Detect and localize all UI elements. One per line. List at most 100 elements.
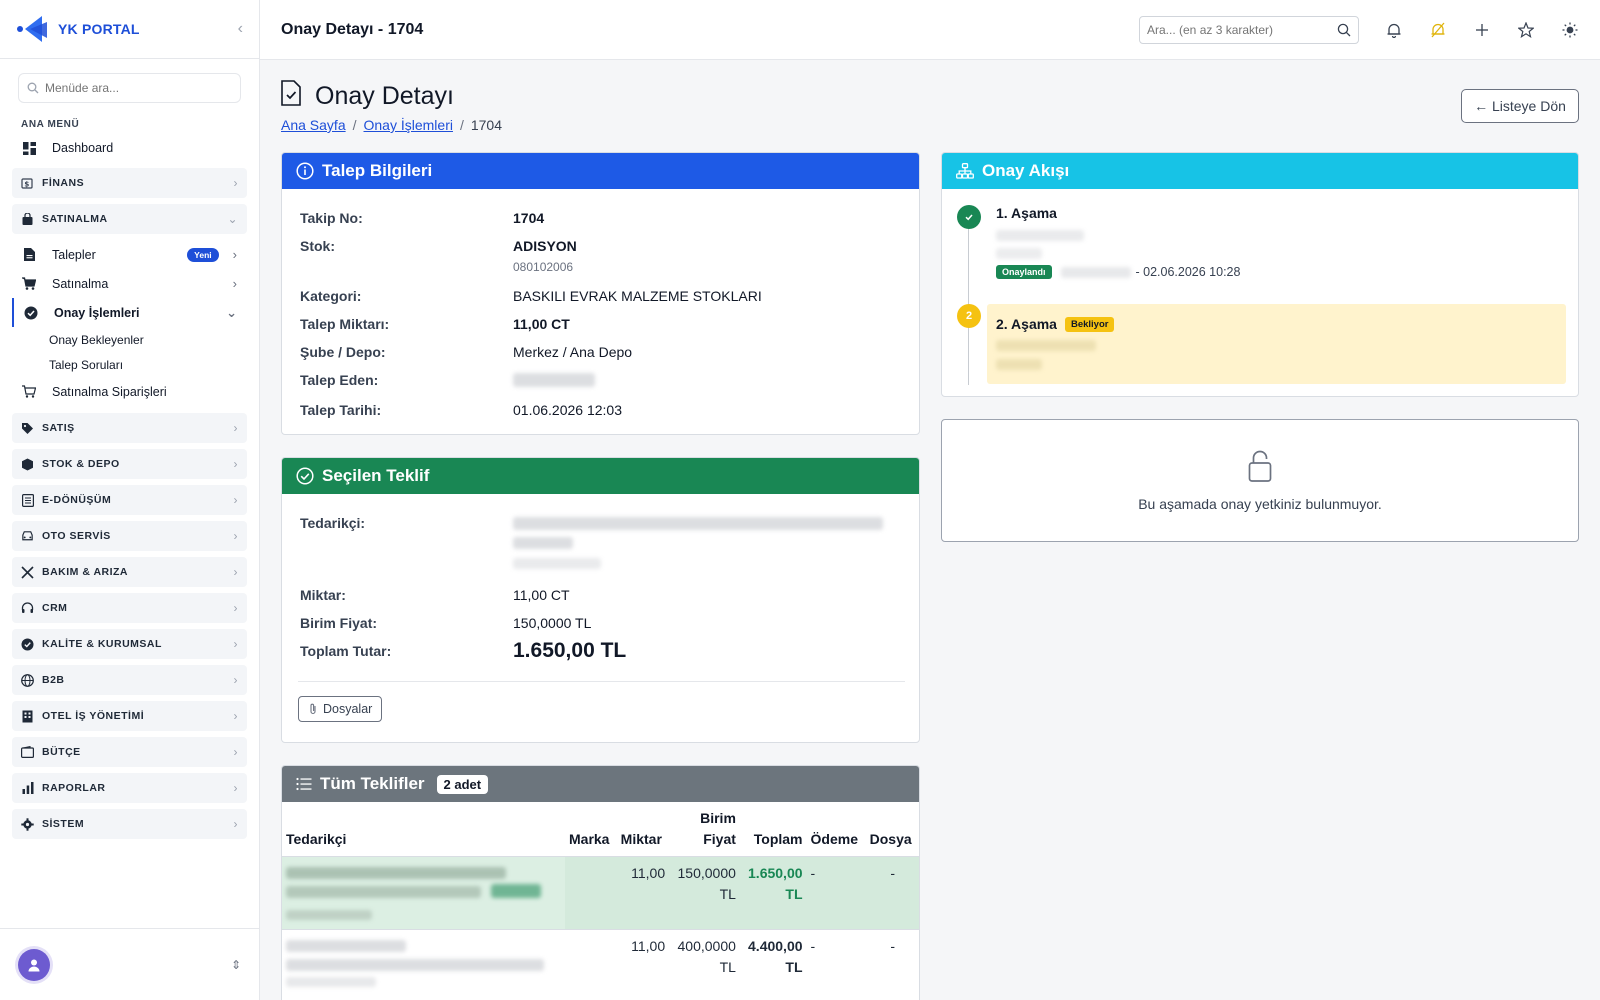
sidebar-group-satinalma[interactable]: SATINALMA ⌄ <box>12 204 247 234</box>
sidebar-collapse-icon[interactable]: ‹ <box>238 20 243 38</box>
sidebar-group-finans[interactable]: $ FİNANS › <box>12 168 247 198</box>
menu-search-input[interactable] <box>45 81 225 95</box>
sidebar-group-edonusum[interactable]: E-DÖNÜŞÜM › <box>12 485 247 515</box>
page-header: Onay Detayı Ana Sayfa / Onay İşlemleri / 170… <box>281 80 502 133</box>
global-search <box>1139 15 1359 44</box>
bell-off-icon[interactable] <box>1429 21 1447 39</box>
chevron-right-icon: › <box>233 709 238 723</box>
talep-miktari-value: 11,00 CT <box>513 316 570 332</box>
chevron-right-icon: › <box>233 457 238 471</box>
col-toplam[interactable]: Toplam <box>739 802 807 857</box>
redacted-line <box>513 517 883 530</box>
paperclip-icon <box>310 703 316 715</box>
redacted-line <box>996 340 1096 351</box>
breadcrumb-home[interactable]: Ana Sayfa <box>281 117 346 133</box>
group-label: BAKIM & ARIZA <box>42 566 129 578</box>
sidebar-group-b2b[interactable]: B2B › <box>12 665 247 695</box>
sidebar-group-oto[interactable]: OTO SERVİS › <box>12 521 247 551</box>
sidebar-item-satinalma-siparisleri[interactable]: Satınalma Siparişleri <box>0 377 259 406</box>
miktar-value: 11,00 CT <box>513 587 570 603</box>
chevron-down-icon: ⌄ <box>226 304 237 320</box>
headset-icon <box>21 601 34 615</box>
sidebar-group-satis[interactable]: SATIŞ › <box>12 413 247 443</box>
chevron-right-icon: › <box>232 247 237 262</box>
chevron-updown-icon[interactable]: ⇕ <box>231 958 241 972</box>
step-1-meta: Onaylandı - 02.06.2026 10:28 <box>996 265 1240 279</box>
step-1-dot <box>957 205 981 229</box>
offer-count-badge: 2 adet <box>436 774 489 794</box>
sidebar-group-stok[interactable]: STOK & DEPO › <box>12 449 247 479</box>
sidebar-group-kalite[interactable]: KALİTE & KURUMSAL › <box>12 629 247 659</box>
files-button[interactable]: Dosyalar <box>298 696 383 722</box>
global-search-input[interactable] <box>1147 22 1327 37</box>
sidebar-item-dashboard[interactable]: Dashboard <box>0 134 259 162</box>
sidebar-group-sistem[interactable]: SİSTEM › <box>12 809 247 839</box>
group-label: FİNANS <box>42 177 85 189</box>
star-icon[interactable] <box>1517 21 1535 39</box>
sidebar-item-talepler[interactable]: Talepler Yeni › <box>0 240 259 269</box>
takip-no-value: 1704 <box>513 210 545 226</box>
chevron-right-icon: › <box>233 817 238 831</box>
col-tedarikci[interactable]: Tedarikçi <box>282 802 565 857</box>
chevron-right-icon: › <box>233 565 238 579</box>
sidebar-item-satinalma[interactable]: Satınalma › <box>0 269 259 298</box>
toplam-line2: TL <box>785 886 803 902</box>
redacted-line <box>286 959 544 971</box>
file-check-icon <box>281 80 301 113</box>
avatar[interactable] <box>18 948 50 981</box>
redacted-line <box>513 558 601 569</box>
plus-icon[interactable] <box>1473 21 1491 39</box>
offers-table: Tedarikçi Marka Miktar Birim Fiyat Toplam… <box>282 802 919 1000</box>
col-birim-fiyat[interactable]: Birim Fiyat <box>669 802 740 857</box>
sidebar-item-label: Satınalma <box>52 276 109 291</box>
breadcrumb-section[interactable]: Onay İşlemleri <box>364 117 453 133</box>
search-icon[interactable] <box>1337 23 1351 37</box>
sidebar-item-talep-sorulari[interactable]: Talep Soruları <box>0 352 259 377</box>
back-to-list-button[interactable]: ← Listeye Dön <box>1461 89 1579 123</box>
birim-line1: 150,0000 <box>677 865 736 881</box>
col-odeme[interactable]: Ödeme <box>806 802 866 857</box>
group-label: RAPORLAR <box>42 782 106 794</box>
sidebar-item-onay-bekleyenler[interactable]: Onay Bekleyenler <box>0 327 259 352</box>
check-circle-icon <box>24 306 38 320</box>
field-label: Talep Miktarı: <box>300 316 390 332</box>
step-2-title-row: 2. Aşama Bekliyor <box>996 316 1115 332</box>
bell-icon[interactable] <box>1385 21 1403 39</box>
step-2-dot: 2 <box>957 304 981 328</box>
cell-toplam: 4.400,00 TL <box>739 929 807 1000</box>
sidebar-group-crm[interactable]: CRM › <box>12 593 247 623</box>
cart-icon <box>22 277 36 291</box>
chevron-right-icon: › <box>233 745 238 759</box>
lock-icon <box>1248 449 1272 486</box>
sidebar-group-butce[interactable]: BÜTÇE › <box>12 737 247 767</box>
building-icon <box>21 710 34 723</box>
col-marka[interactable]: Marka <box>565 802 617 857</box>
chevron-right-icon: › <box>233 529 238 543</box>
sidebar-item-onay-islemleri[interactable]: Onay İşlemleri ⌄ <box>12 298 259 327</box>
redacted-line <box>996 359 1042 370</box>
toplam-line2: TL <box>785 959 803 975</box>
field-label: Takip No: <box>300 210 363 226</box>
cell-miktar: 11,00 <box>616 856 670 930</box>
cart-outline-icon <box>22 385 36 399</box>
secilen-fields: Tedarikçi: Miktar: 11,00 CT Birim Fiyat: 1… <box>282 494 919 722</box>
field-label: Toplam Tutar: <box>300 643 392 659</box>
car-icon <box>21 530 34 543</box>
sidebar: YK PORTAL ‹ ANA MENÜ Dashboard $ FİNANS … <box>0 0 260 1000</box>
chevron-right-icon: › <box>233 781 238 795</box>
table-row[interactable]: 11,00 150,0000 TL 1.650,00 TL - - <box>282 856 919 930</box>
card-title: Seçilen Teklif <box>322 466 430 485</box>
redacted-line <box>286 977 376 987</box>
user-icon <box>28 959 40 971</box>
col-miktar[interactable]: Miktar <box>616 802 670 857</box>
table-row[interactable]: 11,00 400,0000 TL 4.400,00 TL - - <box>282 929 919 1000</box>
col-dosya[interactable]: Dosya <box>865 802 919 857</box>
approval-step-2: 2 2. Aşama Bekliyor <box>957 304 1567 384</box>
sun-icon[interactable] <box>1561 21 1579 39</box>
redacted-talep-eden <box>513 373 595 387</box>
sidebar-group-raporlar[interactable]: RAPORLAR › <box>12 773 247 803</box>
sidebar-group-bakim[interactable]: BAKIM & ARIZA › <box>12 557 247 587</box>
sidebar-group-otel[interactable]: OTEL İŞ YÖNETİMİ › <box>12 701 247 731</box>
group-label: BÜTÇE <box>42 746 81 758</box>
document-icon <box>22 248 36 262</box>
